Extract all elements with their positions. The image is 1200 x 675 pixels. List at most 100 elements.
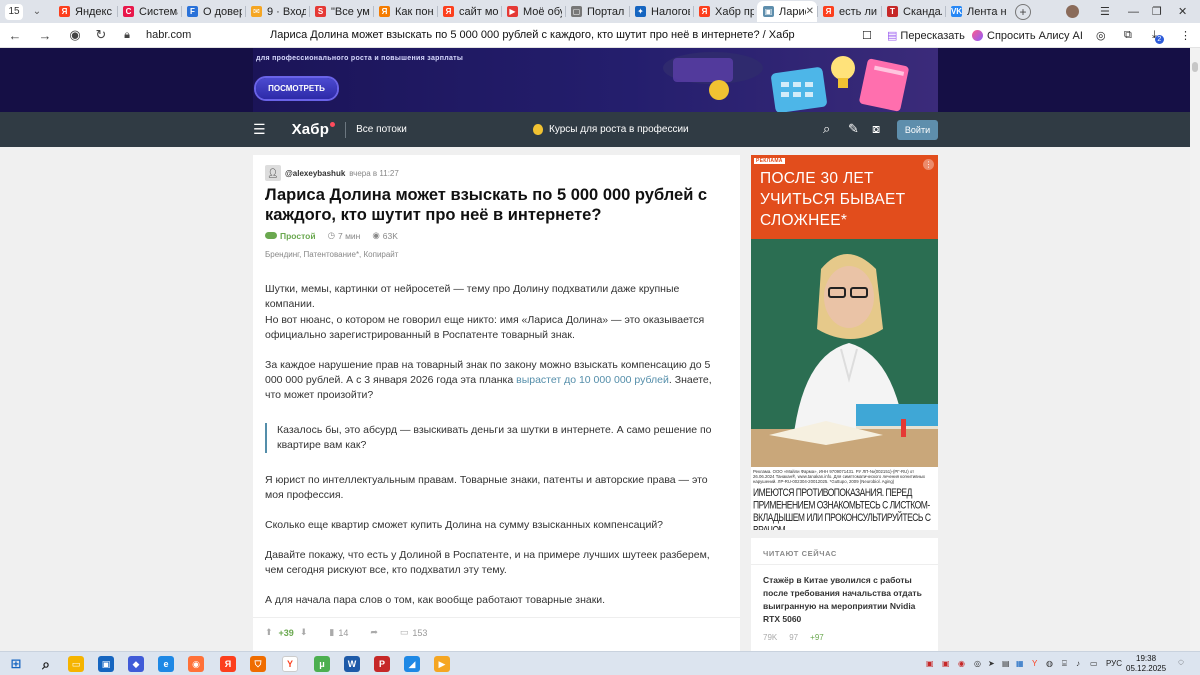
write-icon[interactable]: ✎: [848, 121, 859, 137]
ad-legal: Реклама. ООО «Майли Фарма», ИНН 97090714…: [751, 467, 938, 530]
tray-app-icon[interactable]: ▣: [926, 659, 934, 668]
author-username[interactable]: @alexeybashuk: [285, 169, 345, 178]
browser-tab[interactable]: VK Лента но: [945, 1, 1009, 22]
author-avatar[interactable]: 👤︎: [265, 165, 281, 181]
battery-icon[interactable]: ▭: [1090, 659, 1098, 668]
browser-tab[interactable]: T Скандал: [881, 1, 945, 22]
edge-icon[interactable]: e: [158, 656, 174, 672]
extension-icon[interactable]: ◎: [1096, 27, 1106, 44]
compensation-link[interactable]: вырастет до 10 000 000 рублей: [516, 374, 669, 386]
new-tab-button[interactable]: +: [1015, 3, 1031, 20]
retell-button[interactable]: ▤ Пересказать: [887, 27, 965, 44]
firefox-icon[interactable]: ◉: [188, 656, 204, 672]
browser-tab[interactable]: F О довер: [181, 1, 245, 22]
shield-icon[interactable]: ⛉: [250, 656, 266, 672]
security-icon[interactable]: ◍: [1046, 659, 1053, 668]
tab-title: Ларис: [779, 5, 806, 18]
bookmark-icon[interactable]: ☐: [862, 27, 872, 44]
tab-count-button[interactable]: 15: [5, 3, 23, 20]
all-flows-link[interactable]: Все потоки: [356, 124, 407, 135]
yandex-icon[interactable]: Я: [220, 656, 236, 672]
search-icon[interactable]: ⌕: [823, 121, 830, 137]
protect-icon[interactable]: ◉: [64, 27, 86, 43]
close-tab-icon[interactable]: ✕: [806, 6, 814, 17]
tab-title: Яндекс –: [75, 5, 114, 18]
tabs-dropdown-icon[interactable]: ⌄: [29, 4, 45, 20]
courses-label: Курсы для роста в профессии: [549, 124, 689, 135]
ad-menu-icon[interactable]: ⋮: [923, 159, 934, 170]
sidebar-ad[interactable]: РЕКЛАМА ⋮ ПОСЛЕ 30 ЛЕТ УЧИТЬСЯ БЫВАЕТ СЛ…: [751, 155, 938, 530]
volume-icon[interactable]: ♪: [1076, 659, 1080, 668]
windows-start-icon[interactable]: ⊞: [8, 656, 24, 672]
browser-tab[interactable]: ✦ Налогова: [629, 1, 693, 22]
browser-tab[interactable]: S "Все умн: [309, 1, 373, 22]
habr-logo[interactable]: Хабр: [292, 121, 330, 138]
telegram-icon[interactable]: ➤: [988, 659, 995, 668]
store-icon[interactable]: ▣: [98, 656, 114, 672]
site-lock-icon[interactable]: 🔒︎: [116, 29, 138, 42]
system-clock[interactable]: 19:38 05.12.2025: [1126, 654, 1166, 674]
reading-now-article-link[interactable]: Стажёр в Китае уволился с работы после т…: [763, 574, 928, 626]
tab-favicon-icon: VK: [950, 6, 963, 17]
tray-app-icon[interactable]: ◎: [974, 659, 981, 668]
page-viewport: для профессионального роста и повышения …: [0, 48, 1190, 651]
tray-app-icon[interactable]: ▣: [942, 659, 950, 668]
network-icon[interactable]: ⌸: [1062, 659, 1067, 669]
minimize-button[interactable]: —: [1128, 0, 1139, 23]
browser-tab[interactable]: ▢ Портал г: [565, 1, 629, 22]
login-button[interactable]: Войти: [897, 120, 938, 140]
url-domain[interactable]: habr.com: [146, 29, 191, 41]
tray-app-icon[interactable]: ◉: [958, 659, 965, 668]
upvote-icon[interactable]: ⬆︎: [265, 627, 273, 638]
photos-icon[interactable]: ◢: [404, 656, 420, 672]
browser-tab[interactable]: Ясайт мос: [437, 1, 501, 22]
page-scrollbar[interactable]: [1190, 48, 1200, 651]
profile-avatar[interactable]: [1066, 0, 1079, 23]
downvote-icon[interactable]: ⬇︎: [300, 627, 308, 638]
comments-button[interactable]: ▭ 153: [400, 627, 428, 638]
gosuslugi-icon[interactable]: ◆: [128, 656, 144, 672]
restore-button[interactable]: ❐: [1152, 0, 1162, 23]
torrent-icon[interactable]: μ: [314, 656, 330, 672]
browser-tab[interactable]: Я Как поня: [373, 1, 437, 22]
browser-tab[interactable]: Я Яндекс –: [53, 1, 117, 22]
word-icon[interactable]: W: [344, 656, 360, 672]
forward-icon[interactable]: →: [34, 28, 56, 43]
notifications-icon[interactable]: ◌: [1178, 657, 1184, 668]
address-bar: ← → ◉ ↻ 🔒︎ habr.com Лариса Долина может …: [0, 23, 1200, 48]
browser-tab-active[interactable]: ▣ Ларис✕: [757, 1, 817, 22]
promo-banner[interactable]: для профессионального роста и повышения …: [0, 48, 1190, 112]
collections-icon[interactable]: ⧉: [1124, 27, 1132, 44]
browser-tab[interactable]: Яесть ли в: [817, 1, 881, 22]
more-menu-icon[interactable]: ⋮: [1180, 27, 1191, 44]
downloads-icon[interactable]: ⤓ 2: [1152, 27, 1164, 44]
reload-icon[interactable]: ↻: [90, 27, 112, 43]
reader-icon[interactable]: P: [374, 656, 390, 672]
back-icon[interactable]: ←: [4, 28, 26, 43]
scrollbar-thumb[interactable]: [1192, 62, 1198, 72]
close-window-button[interactable]: ✕: [1178, 0, 1187, 23]
search-icon[interactable]: ⌕: [38, 656, 54, 672]
bookmark-button[interactable]: ▮ 14: [329, 627, 348, 638]
hubs-list[interactable]: Брендинг, Патентование*, Копирайт: [265, 250, 398, 259]
hamburger-icon[interactable]: ☰: [253, 121, 266, 138]
ask-alice-button[interactable]: Спросить Алису AI: [972, 27, 1083, 44]
settings-icon[interactable]: ⧇: [872, 121, 880, 137]
tab-title: О довер: [203, 5, 242, 18]
language-indicator[interactable]: РУС: [1106, 659, 1122, 668]
browser-tab[interactable]: ▶ Моё обуч: [501, 1, 565, 22]
tab-title: "Все умн: [331, 5, 370, 18]
tray-app-icon[interactable]: ▤: [1002, 659, 1010, 668]
browser-tab[interactable]: С Система: [117, 1, 181, 22]
yandex-browser-icon[interactable]: Y: [282, 656, 298, 672]
courses-link[interactable]: Курсы для роста в профессии: [533, 124, 689, 135]
tray-app-icon[interactable]: ▦: [1016, 659, 1024, 668]
share-button[interactable]: ➦: [370, 627, 378, 638]
media-player-icon[interactable]: ▶: [434, 656, 450, 672]
yandex-tray-icon[interactable]: Y: [1032, 659, 1037, 668]
browser-menu-icon[interactable]: ☰: [1100, 0, 1110, 23]
promo-view-button[interactable]: ПОСМОТРЕТЬ: [256, 78, 337, 99]
browser-tab[interactable]: Я Хабр про: [693, 1, 757, 22]
file-explorer-icon[interactable]: ▭: [68, 656, 84, 672]
browser-tab[interactable]: ✉ 9 · Входя: [245, 1, 309, 22]
